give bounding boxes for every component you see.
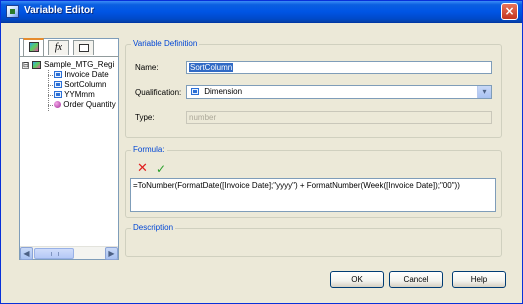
validate-formula-icon[interactable]: ✓ <box>156 163 166 175</box>
name-label: Name: <box>135 63 159 72</box>
dimension-icon <box>54 81 62 89</box>
tab-functions[interactable]: fx <box>48 40 69 55</box>
window-title: Variable Editor <box>24 5 95 16</box>
horizontal-scrollbar[interactable]: ◀ ▶ <box>20 246 118 260</box>
universe-icon <box>32 61 41 69</box>
chevron-down-icon[interactable]: ▾ <box>477 86 491 98</box>
operators-icon <box>78 44 89 52</box>
scroll-left-button[interactable]: ◀ <box>20 247 33 260</box>
tree-item-label: YYMmm <box>64 90 95 99</box>
tree-guide <box>48 105 53 106</box>
description-legend: Description <box>131 223 176 233</box>
objects-icon <box>28 42 39 52</box>
object-tree: ⊟ Sample_MTG_Regi Invoice Date SortColum… <box>22 60 118 242</box>
formula-text: =ToNumber(FormatDate([Invoice Date];"yyy… <box>133 181 460 190</box>
tree-item-invoice-date[interactable]: Invoice Date <box>54 70 109 80</box>
collapse-icon[interactable]: ⊟ <box>22 62 29 69</box>
tab-divider <box>19 56 119 57</box>
formula-legend: Formula: <box>131 145 167 155</box>
tree-item-sortcolumn[interactable]: SortColumn <box>54 80 106 90</box>
measure-icon <box>54 101 61 109</box>
ok-button[interactable]: OK <box>330 271 384 288</box>
tree-root[interactable]: ⊟ Sample_MTG_Regi <box>22 60 118 70</box>
tree-guide <box>48 95 53 96</box>
dimension-icon <box>54 91 62 99</box>
description-group: Description <box>125 223 502 257</box>
title-bar[interactable]: Variable Editor × <box>1 1 522 23</box>
functions-icon: fx <box>54 42 63 53</box>
tab-objects[interactable] <box>23 38 44 56</box>
cancel-formula-icon[interactable]: ✕ <box>137 162 148 175</box>
formula-editor[interactable]: =ToNumber(FormatDate([Invoice Date];"yyy… <box>130 178 496 212</box>
app-icon <box>6 5 19 18</box>
tree-root-label: Sample_MTG_Regi <box>44 60 115 69</box>
tree-item-order-quantity[interactable]: Order Quantity <box>54 100 116 110</box>
type-label: Type: <box>135 113 155 122</box>
scroll-right-button[interactable]: ▶ <box>105 247 118 260</box>
cancel-button[interactable]: Cancel <box>389 271 443 288</box>
tab-operators[interactable] <box>73 40 94 55</box>
panel-tabs: fx <box>19 38 119 56</box>
tree-item-yymmm[interactable]: YYMmm <box>54 90 95 100</box>
qualification-value: Dimension <box>204 87 243 96</box>
name-field[interactable]: SortColumn <box>186 61 492 74</box>
help-button[interactable]: Help <box>452 271 506 288</box>
dimension-icon <box>54 71 62 79</box>
qualification-select[interactable]: Dimension ▾ <box>186 85 492 99</box>
tree-guide <box>48 85 53 86</box>
dimension-icon <box>191 88 199 96</box>
tree-item-label: Order Quantity <box>63 100 116 109</box>
qualification-label: Qualification: <box>135 88 182 97</box>
scroll-thumb[interactable] <box>34 248 74 259</box>
variable-definition-legend: Variable Definition <box>131 39 200 49</box>
type-field: number <box>186 111 492 124</box>
close-button[interactable]: × <box>501 3 518 20</box>
name-field-value: SortColumn <box>189 63 234 72</box>
tree-guide <box>48 75 53 76</box>
tree-item-label: Invoice Date <box>64 70 109 79</box>
type-value: number <box>189 113 217 122</box>
tree-item-label: SortColumn <box>64 80 107 89</box>
